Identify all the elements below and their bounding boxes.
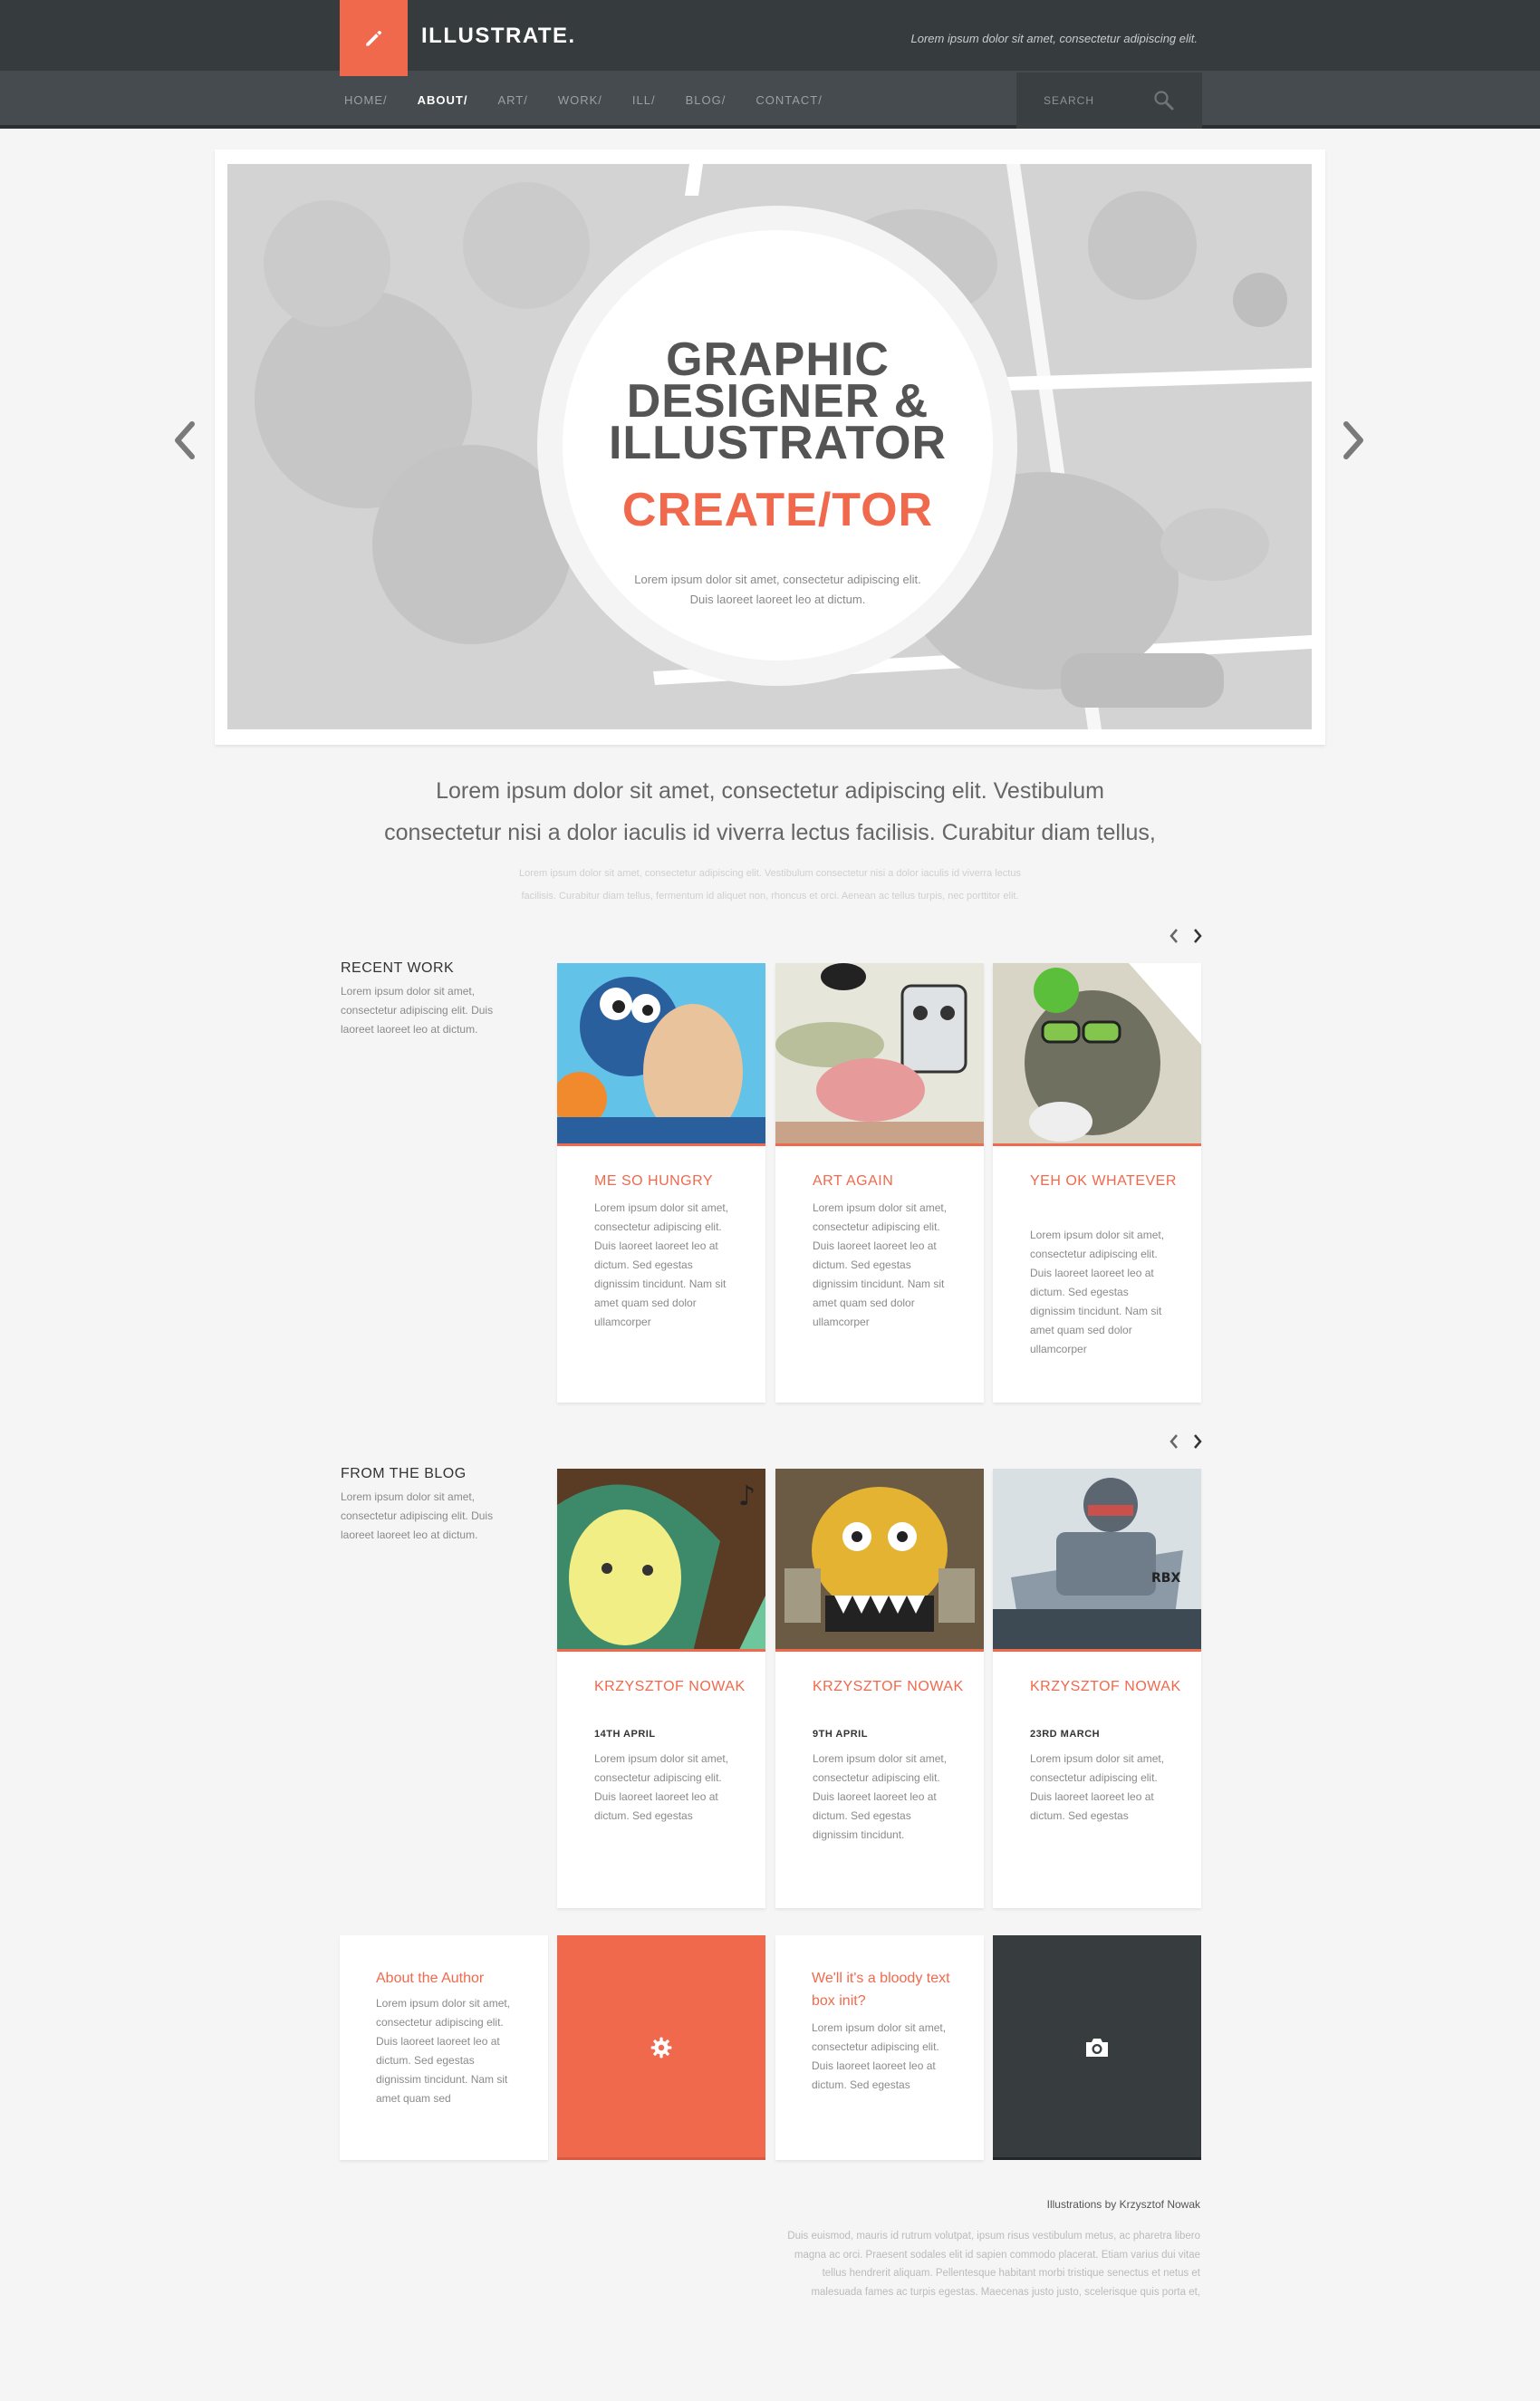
blog-thumbnail[interactable]: ♪ <box>557 1469 765 1652</box>
search-icon[interactable] <box>1152 89 1176 112</box>
work-thumbnail[interactable] <box>775 963 984 1146</box>
blog-title: FROM THE BLOG <box>341 1466 467 1481</box>
hero-slider: GRAPHIC DESIGNER & ILLUSTRATOR CREATE/TO… <box>215 149 1325 745</box>
illustration-credit: Illustrations by Krzysztof Nowak <box>1046 2198 1200 2211</box>
blog-pager <box>1169 1433 1203 1450</box>
work-thumbnail[interactable] <box>993 963 1201 1146</box>
intro-lead-line: consectetur nisi a dolor iaculis id vive… <box>384 820 1156 845</box>
top-bar <box>0 0 1540 71</box>
blog-date: 14TH APRIL <box>594 1729 656 1740</box>
chevron-right-icon[interactable] <box>1192 928 1203 944</box>
nav-contact[interactable]: CONTACT/ <box>756 93 822 107</box>
chevron-left-icon[interactable] <box>170 419 199 462</box>
chevron-left-icon[interactable] <box>1169 1433 1179 1450</box>
about-author-block: About the Author Lorem ipsum dolor sit a… <box>340 1935 548 2160</box>
svg-text:RBX: RBX <box>1151 1571 1180 1586</box>
work-thumbnail[interactable] <box>557 963 765 1146</box>
work-title[interactable]: ME SO HUNGRY <box>594 1170 748 1193</box>
blog-card[interactable]: ♪ KRZYSZTOF NOWAK 14TH APRIL Lorem ipsum… <box>557 1469 765 1908</box>
footer-text: Duis euismod, mauris id rutrum volutpat,… <box>698 2227 1200 2301</box>
blog-illustration: ♪ <box>557 1469 765 1649</box>
work-text: Lorem ipsum dolor sit amet, consectetur … <box>1030 1229 1165 1355</box>
hero-circle: GRAPHIC DESIGNER & ILLUSTRATOR CREATE/TO… <box>563 230 993 661</box>
hero-title-line: ILLUSTRATOR <box>608 417 948 469</box>
gear-icon[interactable] <box>650 2036 673 2059</box>
text-box-block: We'll it's a bloody text box init? Lorem… <box>775 1935 984 2160</box>
chevron-right-icon[interactable] <box>1192 1433 1203 1450</box>
settings-block[interactable] <box>557 1935 765 2160</box>
brand-name[interactable]: ILLUSTRATE. <box>421 24 576 49</box>
blog-text: Lorem ipsum dolor sit amet, consectetur … <box>1030 1752 1165 1822</box>
work-card[interactable]: ME SO HUNGRY Lorem ipsum dolor sit amet,… <box>557 963 765 1403</box>
work-text: Lorem ipsum dolor sit amet, consectetur … <box>594 1201 729 1328</box>
pencil-icon <box>365 30 381 46</box>
blog-date: 23RD MARCH <box>1030 1729 1101 1740</box>
work-title[interactable]: ART AGAIN <box>813 1170 967 1193</box>
footer-text-line: tellus hendrerit aliquam. Pellentesque h… <box>822 2268 1200 2279</box>
chevron-right-icon[interactable] <box>1339 419 1368 462</box>
nav-blog[interactable]: BLOG/ <box>686 93 727 107</box>
nav-work[interactable]: WORK/ <box>558 93 602 107</box>
blog-author[interactable]: KRZYSZTOF NOWAK <box>813 1675 967 1699</box>
blog-card[interactable]: KRZYSZTOF NOWAK 9TH APRIL Lorem ipsum do… <box>775 1469 984 1908</box>
recent-work-title: RECENT WORK <box>341 960 455 976</box>
intro-lead: Lorem ipsum dolor sit amet, consectetur … <box>308 770 1232 853</box>
hero-illustration: GRAPHIC DESIGNER & ILLUSTRATOR CREATE/TO… <box>227 164 1312 729</box>
work-illustration <box>993 963 1201 1143</box>
blog-illustration <box>775 1469 984 1649</box>
chevron-left-icon[interactable] <box>1169 928 1179 944</box>
work-illustration <box>557 963 765 1143</box>
tagline: Lorem ipsum dolor sit amet, consectetur … <box>910 32 1198 45</box>
blog-desc: Lorem ipsum dolor sit amet, consectetur … <box>341 1490 494 1541</box>
logo-badge[interactable] <box>340 0 408 76</box>
footer-text-line: magna ac orci. Praesent sodales elit id … <box>794 2249 1200 2261</box>
hero-accent: CREATE/TOR <box>621 484 934 536</box>
about-author-text: Lorem ipsum dolor sit amet, consectetur … <box>376 1997 511 2105</box>
nav-home[interactable]: HOME/ <box>344 93 388 107</box>
recent-work-pager <box>1169 928 1203 944</box>
blog-card[interactable]: RBX KRZYSZTOF NOWAK 23RD MARCH Lorem ips… <box>993 1469 1201 1908</box>
blog-author[interactable]: KRZYSZTOF NOWAK <box>1030 1675 1184 1699</box>
about-author-title[interactable]: About the Author <box>376 1967 530 1990</box>
hero-title: GRAPHIC DESIGNER & ILLUSTRATOR <box>563 336 993 469</box>
hero-subtitle-line: Duis laoreet laoreet leo at dictum. <box>689 593 866 606</box>
nav-ill[interactable]: ILL/ <box>632 93 656 107</box>
text-box-title[interactable]: We'll it's a bloody text box init? <box>812 1967 966 2012</box>
work-card[interactable]: YEH OK WHATEVER Lorem ipsum dolor sit am… <box>993 963 1201 1403</box>
nav-about[interactable]: ABOUT/ <box>418 93 468 107</box>
intro-small: Lorem ipsum dolor sit amet, consectetur … <box>444 863 1096 908</box>
intro-small-line: Lorem ipsum dolor sit amet, consectetur … <box>519 868 1021 879</box>
intro-small-line: facilisis. Curabitur diam tellus, fermen… <box>521 891 1019 902</box>
work-text: Lorem ipsum dolor sit amet, consectetur … <box>813 1201 948 1328</box>
blog-text: Lorem ipsum dolor sit amet, consectetur … <box>594 1752 729 1822</box>
svg-text:♪: ♪ <box>738 1480 756 1512</box>
intro-lead-line: Lorem ipsum dolor sit amet, consectetur … <box>436 778 1104 804</box>
search-input[interactable] <box>1044 91 1161 111</box>
work-title[interactable]: YEH OK WHATEVER <box>1030 1170 1184 1193</box>
blog-author[interactable]: KRZYSZTOF NOWAK <box>594 1675 748 1699</box>
blog-thumbnail[interactable]: RBX <box>993 1469 1201 1652</box>
camera-icon[interactable] <box>1083 2036 1111 2059</box>
blog-illustration: RBX <box>993 1469 1201 1649</box>
hero-subtitle: Lorem ipsum dolor sit amet, consectetur … <box>617 570 938 610</box>
nav-art[interactable]: ART/ <box>497 93 527 107</box>
work-illustration <box>775 963 984 1143</box>
blog-text: Lorem ipsum dolor sit amet, consectetur … <box>813 1752 948 1841</box>
gallery-block[interactable] <box>993 1935 1201 2160</box>
search-box <box>1016 72 1202 129</box>
hero-subtitle-line: Lorem ipsum dolor sit amet, consectetur … <box>634 573 921 586</box>
recent-work-desc: Lorem ipsum dolor sit amet, consectetur … <box>341 985 494 1036</box>
work-card[interactable]: ART AGAIN Lorem ipsum dolor sit amet, co… <box>775 963 984 1403</box>
text-box-text: Lorem ipsum dolor sit amet, consectetur … <box>812 2021 947 2091</box>
footer-text-line: Duis euismod, mauris id rutrum volutpat,… <box>787 2231 1200 2242</box>
main-nav: HOME/ ABOUT/ ART/ WORK/ ILL/ BLOG/ CONTA… <box>344 71 852 129</box>
blog-thumbnail[interactable] <box>775 1469 984 1652</box>
blog-date: 9TH APRIL <box>813 1729 868 1740</box>
footer-text-line: malesuada fames ac turpis egestas. Maece… <box>811 2286 1200 2298</box>
